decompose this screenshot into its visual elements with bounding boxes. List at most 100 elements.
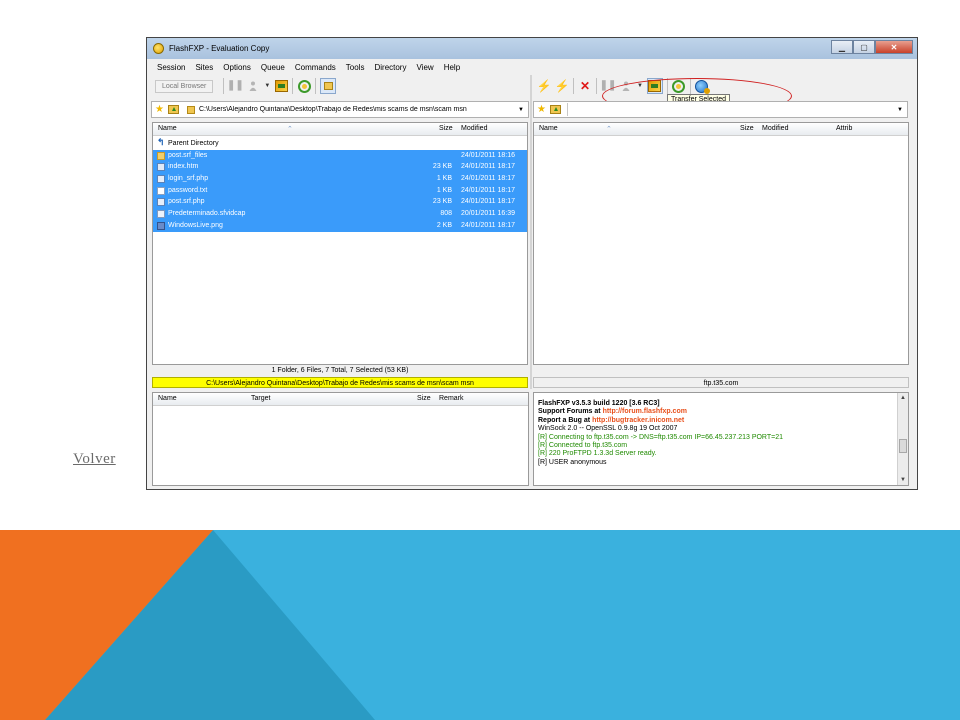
column-modified[interactable]: Modified [461, 125, 487, 132]
folder-icon [157, 151, 165, 160]
log-scrollbar[interactable]: ▲ ▼ [897, 393, 908, 485]
column-size[interactable]: Size [439, 125, 453, 132]
chevron-down-icon[interactable]: ▼ [518, 107, 524, 113]
column-size[interactable]: Size [740, 125, 754, 132]
log-text: Report a Bug at [538, 416, 593, 424]
title-bar: FlashFXP - Evaluation Copy ▁ ▢ ✕ [147, 38, 917, 59]
disconnect-icon[interactable]: ⚡ [555, 79, 570, 93]
file-name: post.srf.php [168, 198, 205, 206]
log-line: FlashFXP v3.5.3 build 1220 [3.6 RC3] [538, 400, 896, 408]
file-modified: 24/01/2011 18:17 [461, 175, 515, 183]
sort-ascending-icon: ⌃ [606, 126, 612, 133]
menu-session[interactable]: Session [147, 63, 190, 72]
menu-view[interactable]: View [411, 63, 438, 72]
menu-commands[interactable]: Commands [290, 63, 341, 72]
menu-options[interactable]: Options [218, 63, 256, 72]
column-attrib[interactable]: Attrib [836, 125, 852, 132]
menu-sites[interactable]: Sites [190, 63, 218, 72]
file-row[interactable]: post.srf_files 24/01/2011 18:16 [153, 149, 527, 162]
file-row[interactable]: ↰ Parent Directory [153, 137, 527, 150]
remote-path-input[interactable] [566, 103, 897, 116]
remote-path-bar: ★ ▼ [533, 101, 908, 118]
local-view-icon[interactable] [320, 78, 337, 94]
file-size: 1 KB [436, 186, 452, 194]
file-size: 2 KB [436, 221, 452, 229]
refresh-icon[interactable] [297, 79, 311, 93]
column-size[interactable]: Size [417, 395, 431, 402]
minimize-button[interactable]: ▁ [831, 40, 853, 54]
log-link[interactable]: http://bugtracker.inicom.net [592, 417, 684, 424]
scroll-thumb[interactable] [899, 439, 907, 453]
menu-tools[interactable]: Tools [341, 63, 370, 72]
up-arrow-icon: ↰ [157, 137, 165, 147]
local-browser-button[interactable]: Local Browser [155, 79, 214, 93]
menu-bar: Session Sites Options Queue Commands Too… [147, 60, 917, 74]
remote-file-list: Name ⌃ Size Modified Attrib [533, 122, 909, 365]
folder-up-icon[interactable] [167, 105, 179, 114]
column-name[interactable]: Name [539, 125, 558, 132]
log-text: WinSock 2.0 -- OpenSSL 0.9.8g 19 Oct 200… [538, 425, 678, 433]
column-remark[interactable]: Remark [439, 395, 464, 402]
log-text: FlashFXP v3.5.3 build 1220 [3.6 RC3] [538, 400, 660, 407]
file-name: WindowsLive.png [168, 221, 223, 229]
file-rows: ↰ Parent Directory post.srf_files 24/01/201… [153, 137, 527, 232]
folder-up-icon[interactable] [549, 105, 561, 114]
log-text: Support Forums at [538, 408, 603, 416]
queue-person-icon[interactable] [246, 79, 260, 93]
log-line: [R] 220 ProFTPD 1.3.3d Server ready. [538, 450, 896, 458]
column-name[interactable]: Name [158, 125, 177, 132]
flashfxp-logo-icon [153, 43, 164, 54]
file-list-header: Name ⌃ Size Modified [153, 123, 527, 136]
file-row[interactable]: Predeterminado.sfvidcap 808 20/01/2011 16:… [153, 208, 527, 220]
file-row[interactable]: post.srf.php 23 KB 24/01/2011 18:17 [153, 196, 527, 209]
file-name: password.txt [168, 186, 208, 194]
log-link[interactable]: http://forum.flashfxp.com [603, 408, 687, 415]
log-line: [R] Connected to ftp.t35.com [538, 442, 896, 450]
toolbar-separator [223, 78, 225, 94]
window-title: FlashFXP - Evaluation Copy [169, 44, 270, 53]
log-text: [R] Connecting to ftp.t35.com -> DNS=ftp… [538, 433, 784, 441]
folder-icon [186, 105, 195, 114]
close-button[interactable]: ✕ [875, 40, 913, 54]
star-icon[interactable]: ★ [537, 104, 546, 115]
log-text: [R] Connected to ftp.t35.com [538, 442, 628, 450]
chevron-down-icon[interactable]: ▼ [897, 107, 903, 113]
file-name: Parent Directory [168, 140, 219, 147]
toolbar-separator [315, 78, 317, 94]
pane-divider[interactable] [530, 75, 532, 389]
image-file-icon [157, 221, 165, 230]
log-line: Report a Bug at http://bugtracker.inicom… [538, 417, 896, 425]
menu-help[interactable]: Help [439, 63, 465, 72]
abort-icon[interactable]: ✕ [578, 79, 592, 93]
file-row[interactable]: login_srf.php 1 KB 24/01/2011 18:17 [153, 173, 527, 185]
scroll-down-icon[interactable]: ▼ [898, 475, 908, 485]
pause-icon[interactable]: ❚❚ [227, 79, 244, 93]
local-path-input[interactable]: C:\Users\Alejandro Quintana\Desktop\Trab… [199, 106, 518, 113]
scroll-up-icon[interactable]: ▲ [898, 393, 908, 403]
toolbar-separator [292, 78, 294, 94]
column-modified[interactable]: Modified [762, 125, 788, 132]
column-target[interactable]: Target [251, 395, 270, 402]
menu-directory[interactable]: Directory [369, 63, 411, 72]
column-name[interactable]: Name [158, 395, 177, 402]
file-name: Predeterminado.sfvidcap [168, 210, 246, 218]
file-size: 1 KB [436, 175, 452, 183]
star-icon[interactable]: ★ [155, 104, 164, 115]
queue-header: Name Target Size Remark [153, 393, 528, 406]
connect-icon[interactable]: ⚡ [537, 79, 552, 93]
remote-host-status: ftp.t35.com [533, 377, 909, 388]
file-row[interactable]: index.htm 23 KB 24/01/2011 18:17 [153, 161, 527, 174]
file-modified: 24/01/2011 18:17 [461, 221, 515, 229]
volver-link[interactable]: Volver [73, 451, 116, 468]
file-row[interactable]: WindowsLive.png 2 KB 24/01/2011 18:17 [153, 219, 527, 232]
php-file-icon [157, 175, 165, 184]
maximize-button[interactable]: ▢ [853, 40, 875, 54]
file-list-header: Name ⌃ Size Modified Attrib [534, 123, 908, 136]
toolbar-separator [596, 78, 597, 94]
file-row[interactable]: password.txt 1 KB 24/01/2011 18:17 [153, 184, 527, 197]
transfer-icon[interactable] [274, 79, 288, 93]
menu-queue[interactable]: Queue [256, 63, 290, 72]
toolbar-separator [573, 78, 574, 94]
local-path-bar: ★ C:\Users\Alejandro Quintana\Desktop\Tr… [151, 101, 529, 118]
chevron-down-icon[interactable]: ▼ [264, 83, 270, 89]
